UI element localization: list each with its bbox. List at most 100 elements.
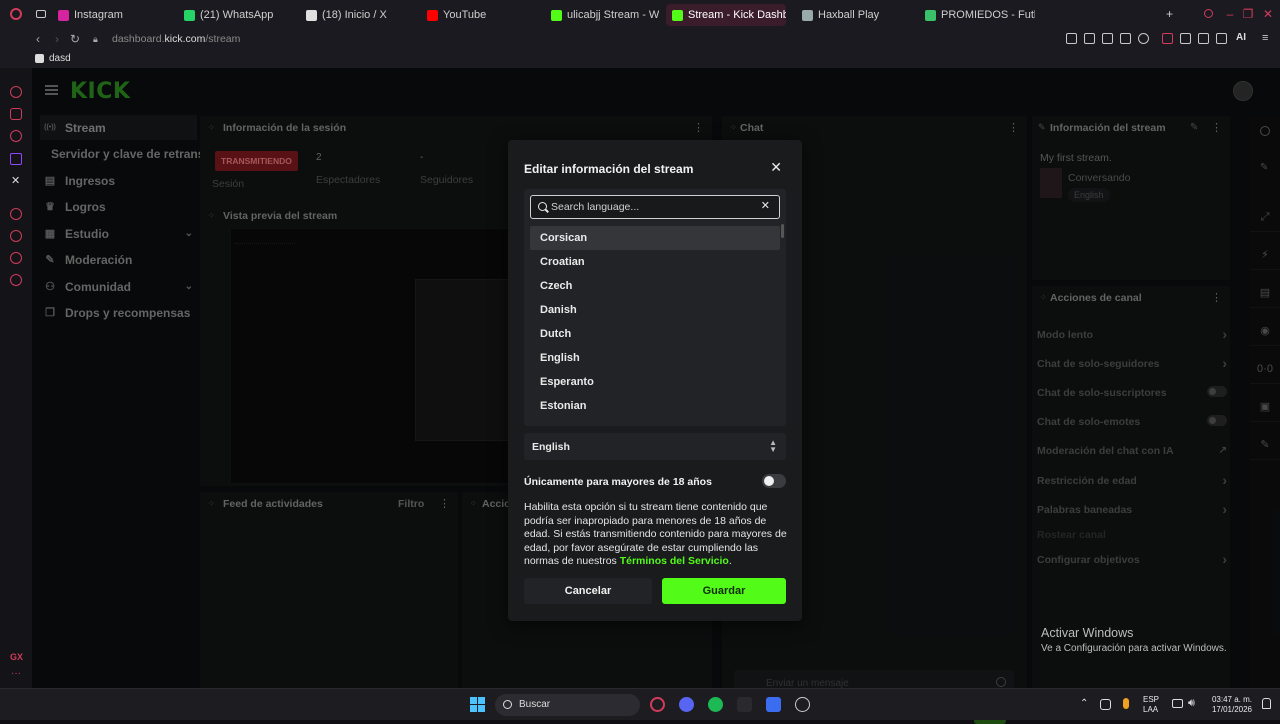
aria-icon[interactable] xyxy=(10,86,22,98)
tab-label: YouTube xyxy=(443,9,487,21)
extension-icon[interactable] xyxy=(1066,33,1077,44)
whatsapp-icon[interactable] xyxy=(10,130,22,142)
extension-icon[interactable] xyxy=(1198,33,1209,44)
bookmark-icon xyxy=(35,54,44,63)
favicon-icon xyxy=(184,9,195,21)
address-bar: ‹ › ↻ 🔒︎ dashboard.kick.com/stream AI ≡ xyxy=(0,30,1280,50)
x-icon[interactable]: ✕ xyxy=(11,174,20,187)
extension-icon[interactable] xyxy=(1216,33,1227,44)
app-taskbar-icon[interactable] xyxy=(737,697,752,712)
favicon-icon xyxy=(306,9,317,21)
favicon-icon xyxy=(58,9,69,21)
search-tabs-icon[interactable] xyxy=(1204,9,1213,18)
language-search-input[interactable] xyxy=(551,199,751,215)
tab-label: Instagram xyxy=(74,9,123,21)
microphone-icon[interactable] xyxy=(1123,698,1129,709)
language-search-field[interactable]: ✕ xyxy=(530,195,780,219)
tab-label: Stream - Kick Dashboa xyxy=(688,9,786,21)
tray-icon[interactable] xyxy=(1100,699,1111,710)
browser-tab[interactable]: (18) Inicio / X xyxy=(306,5,406,25)
history-icon[interactable] xyxy=(10,230,22,242)
new-tab-button[interactable]: + xyxy=(1166,7,1173,21)
start-button[interactable] xyxy=(470,697,485,712)
close-icon[interactable]: ✕ xyxy=(770,160,782,174)
app-taskbar-icon[interactable] xyxy=(795,697,810,712)
tab-label: (21) WhatsApp xyxy=(200,9,274,21)
maximize-button[interactable]: ❐ xyxy=(1242,8,1254,20)
browser-tab[interactable]: ulicabjj Stream - Watch L xyxy=(551,5,659,25)
notification-icon[interactable] xyxy=(1262,698,1271,709)
cancel-button[interactable]: Cancelar xyxy=(524,578,652,604)
spotify-taskbar-icon[interactable] xyxy=(708,697,723,712)
ai-button[interactable]: AI xyxy=(1236,32,1246,43)
browser-sidebar: ✕ GX ··· xyxy=(0,68,32,688)
favicon-icon xyxy=(925,9,936,21)
extension-icon[interactable] xyxy=(1162,33,1173,44)
search-icon xyxy=(538,202,547,211)
scrollbar-thumb[interactable] xyxy=(781,224,784,238)
favicon-icon xyxy=(427,9,438,21)
player-icon[interactable] xyxy=(10,208,22,220)
minimize-button[interactable]: – xyxy=(1224,8,1236,20)
language-option[interactable]: Danish xyxy=(530,298,780,322)
language-option[interactable]: Croatian xyxy=(530,250,780,274)
modal-title: Editar información del stream xyxy=(524,162,694,176)
favicon-icon xyxy=(802,9,813,21)
opera-logo-icon[interactable] xyxy=(10,8,22,20)
watermark-subtitle: Ve a Configuración para activar Windows. xyxy=(1041,643,1227,654)
messenger-icon[interactable] xyxy=(10,108,22,120)
save-button[interactable]: Guardar xyxy=(662,578,786,604)
terms-of-service-link[interactable]: Términos del Servicio xyxy=(620,555,729,567)
language-option[interactable]: Corsican xyxy=(530,226,780,250)
app-taskbar-icon[interactable] xyxy=(766,697,781,712)
bookmark-dasd[interactable]: dasd xyxy=(49,53,71,64)
language-option[interactable]: Dutch xyxy=(530,322,780,346)
windows-activation-watermark: Activar Windows Ve a Configuración para … xyxy=(1041,626,1227,654)
browser-tab[interactable]: Haxball Play xyxy=(802,5,902,25)
forward-icon[interactable]: › xyxy=(55,32,59,46)
favicon-icon xyxy=(551,9,562,21)
more-icon[interactable]: ··· xyxy=(11,668,21,679)
volume-icon[interactable]: 🔊︎ xyxy=(1188,697,1195,710)
browser-tab-bar: Instagram (21) WhatsApp (18) Inicio / X You… xyxy=(0,0,1280,30)
bookmarks-bar: dasd xyxy=(0,50,1280,68)
heart-icon[interactable] xyxy=(1138,33,1149,44)
reload-icon[interactable]: ↻ xyxy=(70,32,80,46)
language-option[interactable]: English xyxy=(530,346,780,370)
extension-icon[interactable] xyxy=(1180,33,1191,44)
url-field[interactable]: dashboard.kick.com/stream xyxy=(112,33,240,45)
close-window-button[interactable]: ✕ xyxy=(1262,8,1274,20)
extension-icon[interactable] xyxy=(1084,33,1095,44)
browser-tab[interactable]: Instagram xyxy=(58,5,158,25)
adult-only-toggle[interactable] xyxy=(762,474,786,488)
clear-search-icon[interactable]: ✕ xyxy=(761,199,770,212)
gx-icon[interactable]: GX xyxy=(10,652,23,662)
search-icon xyxy=(503,700,512,709)
menu-icon[interactable]: ≡ xyxy=(1262,32,1268,44)
taskbar-search[interactable]: Buscar xyxy=(495,694,640,716)
workspace-icon[interactable] xyxy=(36,10,46,18)
language-dropdown: ✕ CorsicanCroatianCzechDanishDutchEnglis… xyxy=(524,189,786,426)
tray-chevron-icon[interactable]: ⌃ xyxy=(1080,698,1088,709)
network-icon[interactable] xyxy=(1172,699,1183,708)
pin-icon[interactable] xyxy=(10,252,22,264)
browser-tab[interactable]: YouTube xyxy=(427,5,527,25)
settings-icon[interactable] xyxy=(10,274,22,286)
back-icon[interactable]: ‹ xyxy=(36,32,40,46)
browser-tab[interactable]: Stream - Kick Dashboa xyxy=(666,4,786,26)
language-select[interactable]: English ▲ ▼ xyxy=(524,433,786,460)
input-language[interactable]: ESP LAA xyxy=(1143,695,1159,715)
language-option[interactable]: Czech xyxy=(530,274,780,298)
twitch-icon[interactable] xyxy=(10,153,22,165)
browser-tab[interactable]: PROMIEDOS - Futbol Arg xyxy=(925,5,1035,25)
clock[interactable]: 03:47 a. m. 17/01/2026 xyxy=(1206,695,1252,715)
browser-tab[interactable]: (21) WhatsApp xyxy=(184,5,284,25)
discord-taskbar-icon[interactable] xyxy=(679,697,694,712)
language-option[interactable]: Estonian xyxy=(530,394,780,418)
language-option[interactable]: Esperanto xyxy=(530,370,780,394)
tab-label: Haxball Play xyxy=(818,9,880,21)
opera-gx-taskbar-icon[interactable] xyxy=(650,697,665,712)
extension-icon[interactable] xyxy=(1102,33,1113,44)
tab-label: ulicabjj Stream - Watch L xyxy=(567,9,659,21)
extension-icon[interactable] xyxy=(1120,33,1131,44)
